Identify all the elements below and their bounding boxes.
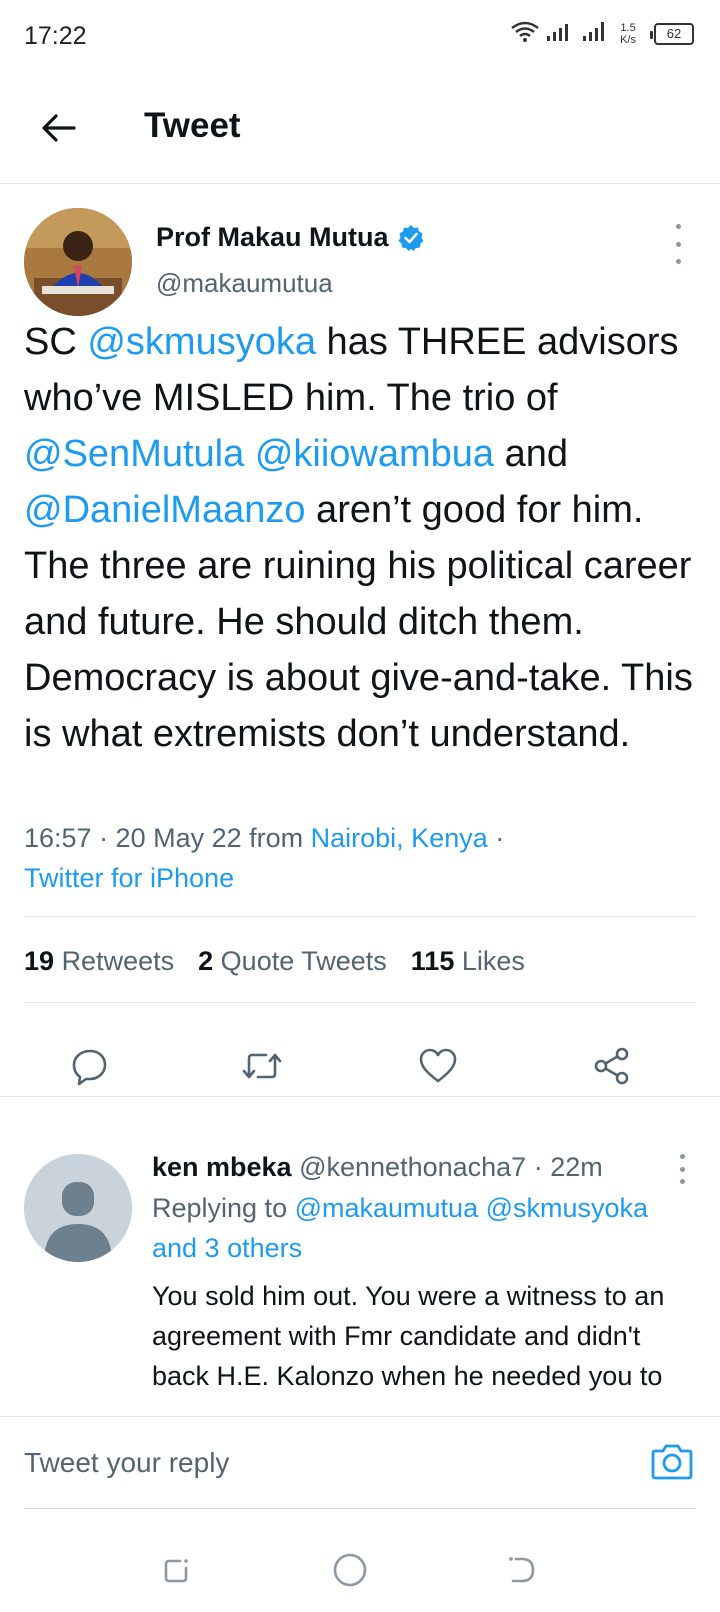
more-options-button[interactable] [668, 224, 688, 264]
reply-separator: · [533, 1152, 543, 1182]
back-nav-button[interactable] [500, 1548, 544, 1592]
status-icons: 1.5 K/s 62 [510, 20, 694, 47]
author-handle[interactable]: @makaumutua [156, 268, 333, 299]
home-button[interactable] [328, 1548, 372, 1592]
quote-tweets-count: 2 [198, 946, 214, 976]
quote-tweets-label: Quote Tweets [220, 946, 387, 976]
replying-prefix: Replying to [152, 1193, 295, 1223]
reply-icon [72, 1049, 107, 1086]
mention-link[interactable]: @SenMutula [24, 433, 244, 475]
reply-button[interactable] [66, 1042, 114, 1090]
author-name-row: Prof Makau Mutua [156, 222, 425, 253]
like-icon [419, 1048, 457, 1083]
system-nav-bar [0, 1528, 720, 1612]
network-speed-unit: K/s [620, 33, 636, 46]
likes-stat[interactable]: 115 Likes [411, 946, 525, 977]
home-circle-icon [333, 1553, 367, 1587]
more-dot-icon [679, 1179, 685, 1184]
tweet-text-segment: SC [24, 321, 88, 363]
avatar-image [24, 208, 132, 316]
signal-icon-2 [582, 20, 608, 47]
tweet-location-link[interactable]: Nairobi, Kenya [311, 823, 488, 853]
likes-count: 115 [410, 946, 455, 976]
camera-button[interactable] [650, 1439, 694, 1483]
more-dot-icon [675, 259, 681, 264]
author-name[interactable]: Prof Makau Mutua [156, 222, 389, 253]
reply-input-underline [24, 1508, 696, 1509]
replying-others-link[interactable]: and 3 others [152, 1233, 302, 1263]
share-icon [594, 1047, 629, 1085]
wifi-icon [510, 20, 540, 47]
status-bar: 17:22 1.5 K/s 62 [0, 0, 720, 74]
mention-link[interactable]: @DanielMaanzo [24, 489, 306, 531]
replying-to: Replying to @makaumutua @skmusyoka and 3… [152, 1188, 712, 1268]
signal-icon [546, 20, 576, 47]
network-speed-value: 1.5 [620, 21, 636, 34]
replying-mentions[interactable]: @makaumutua @skmusyoka [295, 1193, 648, 1223]
reply-composer [0, 1416, 720, 1506]
tweet-text-segment: and [494, 433, 569, 475]
reply-input[interactable] [24, 1443, 624, 1483]
quote-tweets-stat[interactable]: 2 Quote Tweets [198, 946, 387, 977]
reply-header: ken mbeka @kennethonacha7 · 22m [152, 1152, 603, 1183]
verified-badge-icon [398, 224, 424, 251]
reply-more-options-button[interactable] [672, 1154, 692, 1184]
back-button[interactable] [30, 100, 86, 156]
tweet-meta: 16:57 · 20 May 22 from Nairobi, Kenya · … [24, 818, 694, 898]
battery-icon: 62 [650, 22, 694, 45]
back-nav-icon [509, 1557, 535, 1583]
likes-label: Likes [461, 946, 525, 976]
like-button[interactable] [414, 1042, 462, 1090]
mention-link[interactable]: @kiiowambua [255, 433, 494, 475]
reply-tweet[interactable]: ken mbeka @kennethonacha7 · 22m Replying… [0, 1132, 720, 1416]
divider [24, 916, 696, 917]
more-dot-icon [679, 1154, 685, 1159]
retweet-button[interactable] [238, 1042, 286, 1090]
retweets-stat[interactable]: 19 Retweets [24, 946, 174, 977]
retweet-icon [242, 1053, 282, 1079]
retweets-label: Retweets [61, 946, 175, 976]
more-dot-icon [675, 224, 681, 229]
reply-time: 22m [550, 1152, 603, 1182]
page-title: Tweet [144, 106, 241, 145]
default-avatar-icon [24, 1154, 132, 1262]
mention-link[interactable]: @skmusyoka [87, 321, 316, 363]
share-button[interactable] [588, 1042, 636, 1090]
camera-icon [651, 1444, 693, 1480]
divider [0, 1096, 720, 1097]
tweet-text: SC @skmusyoka has THREE advisors who’ve … [24, 314, 704, 762]
recents-icon [164, 1559, 188, 1583]
tweet-text-segment [244, 433, 255, 475]
author-avatar[interactable] [24, 208, 132, 316]
recents-button[interactable] [154, 1548, 198, 1592]
reply-author-name[interactable]: ken mbeka [152, 1152, 292, 1182]
divider [24, 1002, 696, 1003]
retweets-count: 19 [24, 946, 55, 976]
tweet-stats: 19 Retweets 2 Quote Tweets 115 Likes [24, 946, 525, 977]
tweet-timestamp: 16:57 · 20 May 22 from [24, 823, 311, 853]
app-header: Tweet [0, 74, 720, 184]
status-time: 17:22 [24, 22, 87, 50]
meta-separator: · [487, 823, 505, 853]
reply-text: You sold him out. You were a witness to … [152, 1281, 665, 1391]
network-speed: 1.5 K/s [620, 22, 636, 46]
tweet-client-link[interactable]: Twitter for iPhone [24, 863, 234, 893]
reply-avatar[interactable] [24, 1154, 132, 1262]
tweet-actions [0, 1020, 720, 1112]
battery-level: 62 [666, 26, 682, 41]
arrow-left-icon [42, 114, 76, 142]
reply-author-handle[interactable]: @kennethonacha7 [299, 1152, 526, 1182]
more-dot-icon [675, 241, 681, 247]
more-dot-icon [679, 1166, 685, 1172]
